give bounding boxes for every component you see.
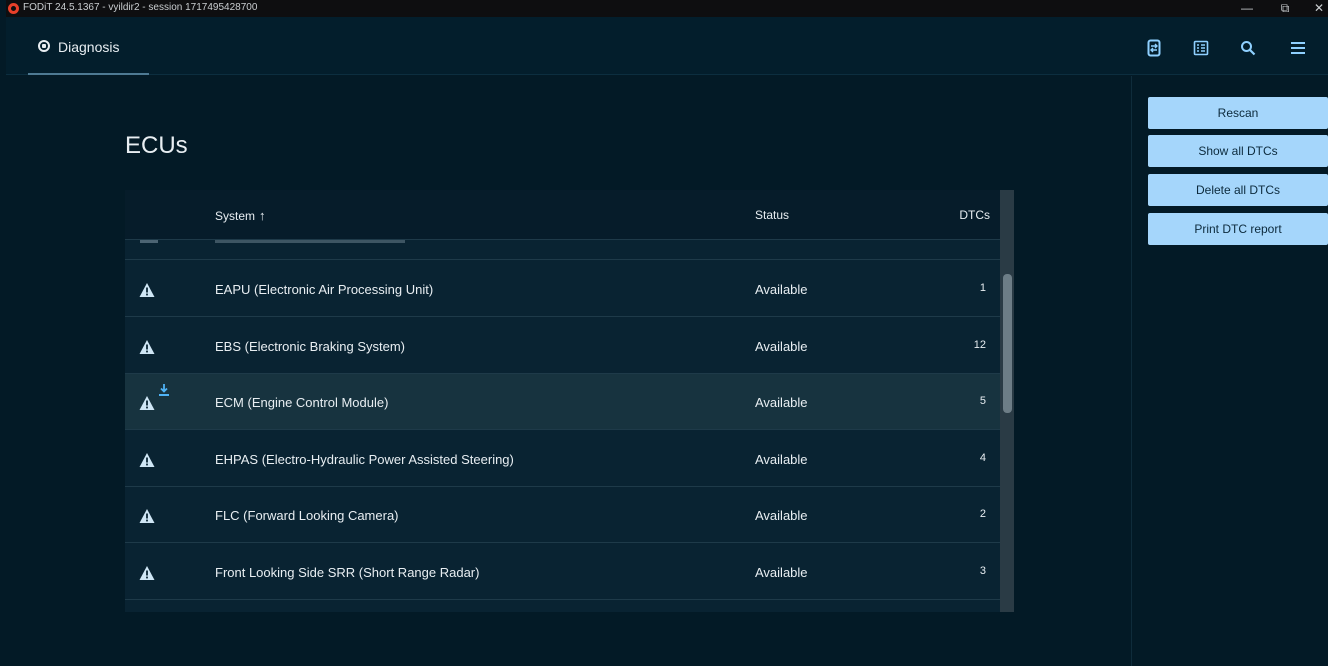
warning-icon <box>139 396 155 410</box>
table-row[interactable]: EAPU (Electronic Air Processing Unit) Ava… <box>125 261 1000 317</box>
column-header-dtcs[interactable]: DTCs <box>959 208 990 222</box>
ecu-table: System ↑ Status DTCs EAPU (Electronic Air… <box>125 190 1014 612</box>
sort-ascending-icon: ↑ <box>259 208 266 223</box>
minimize-button[interactable]: — <box>1232 0 1262 17</box>
table-row[interactable]: ECM (Engine Control Module) Available 5 <box>125 374 1000 430</box>
table-row[interactable]: EHPAS (Electro-Hydraulic Power Assisted … <box>125 431 1000 487</box>
row-dtc-count: 12 <box>973 339 986 351</box>
warning-icon <box>139 453 155 467</box>
table-row-partial[interactable] <box>125 240 1000 260</box>
restore-button[interactable]: ⧉ <box>1270 0 1300 17</box>
warning-icon <box>139 566 155 580</box>
download-icon <box>159 384 169 396</box>
diagnosis-icon <box>38 40 50 52</box>
row-system: EHPAS (Electro-Hydraulic Power Assisted … <box>215 452 514 467</box>
tab-diagnosis[interactable]: Diagnosis <box>28 17 149 75</box>
row-dtc-count: 4 <box>979 452 986 464</box>
list-view-icon[interactable] <box>1189 37 1213 59</box>
table-row[interactable]: EBS (Electronic Braking System) Available… <box>125 318 1000 374</box>
table-header: System ↑ Status DTCs <box>125 190 1000 240</box>
row-dtc-count: 3 <box>979 565 986 577</box>
row-status: Available <box>755 339 808 354</box>
app-header: Diagnosis <box>6 17 1328 75</box>
row-dtc-count: 5 <box>979 395 986 407</box>
warning-icon <box>139 509 155 523</box>
row-system: ECM (Engine Control Module) <box>215 395 389 410</box>
rescan-button[interactable]: Rescan <box>1148 97 1328 129</box>
menu-icon[interactable] <box>1286 37 1310 59</box>
table-row[interactable]: Front Looking Side SRR (Short Range Rada… <box>125 544 1000 600</box>
row-status: Available <box>755 565 808 580</box>
active-tab-indicator <box>28 73 149 75</box>
tab-diagnosis-label: Diagnosis <box>58 39 120 55</box>
warning-icon <box>140 240 158 243</box>
app-logo-icon <box>8 3 19 14</box>
row-dtc-count: 2 <box>979 508 986 520</box>
device-sync-icon[interactable] <box>1142 37 1166 59</box>
page-title: ECUs <box>125 132 188 159</box>
row-system: FLC (Forward Looking Camera) <box>215 508 399 523</box>
main-content: ECUs System ↑ Status DTCs EAPU (Electroni… <box>6 76 1131 666</box>
row-dtc-count: 1 <box>979 282 986 294</box>
show-all-dtcs-button[interactable]: Show all DTCs <box>1148 135 1328 167</box>
row-system: EAPU (Electronic Air Processing Unit) <box>215 282 434 297</box>
window-titlebar: FODiT 24.5.1367 - vyildir2 - session 171… <box>0 0 1328 17</box>
print-dtc-report-button[interactable]: Print DTC report <box>1148 213 1328 245</box>
row-system-text-cut <box>215 240 405 243</box>
row-status: Available <box>755 452 808 467</box>
window-title: FODiT 24.5.1367 - vyildir2 - session 171… <box>23 2 258 13</box>
warning-icon <box>139 340 155 354</box>
close-button[interactable]: ✕ <box>1304 0 1328 17</box>
column-header-system[interactable]: System ↑ <box>215 208 266 223</box>
row-status: Available <box>755 395 808 410</box>
delete-all-dtcs-button[interactable]: Delete all DTCs <box>1148 174 1328 206</box>
column-system-label: System <box>215 209 256 223</box>
warning-icon <box>139 283 155 297</box>
column-header-status[interactable]: Status <box>755 208 789 222</box>
row-status: Available <box>755 282 808 297</box>
table-row[interactable]: FLC (Forward Looking Camera) Available 2 <box>125 487 1000 543</box>
row-system: EBS (Electronic Braking System) <box>215 339 406 354</box>
row-system: Front Looking Side SRR (Short Range Rada… <box>215 565 480 580</box>
actions-panel: Rescan Show all DTCs Delete all DTCs Pri… <box>1131 76 1328 666</box>
table-scrollbar-thumb[interactable] <box>1003 274 1012 413</box>
row-status: Available <box>755 508 808 523</box>
search-icon[interactable] <box>1236 37 1260 59</box>
